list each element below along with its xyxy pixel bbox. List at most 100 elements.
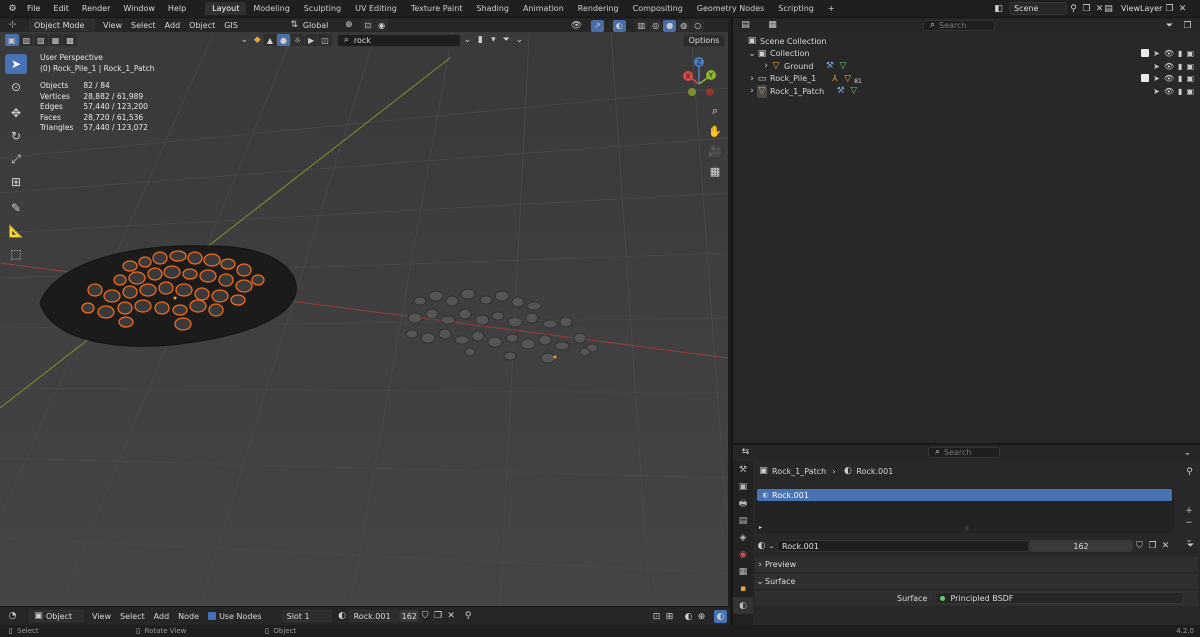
select-arrow-icon[interactable]: ➤	[1153, 74, 1160, 83]
shading-solid-icon[interactable]: ●	[663, 19, 677, 32]
3d-viewport[interactable]: ⊹ Object Mode View Select Add Object GIS…	[0, 18, 728, 606]
pin-icon[interactable]: ⚲	[462, 610, 475, 623]
collapse-chevron-icon[interactable]: ›	[747, 85, 757, 98]
outliner-editor-icon[interactable]: ▤	[739, 19, 752, 32]
tree-row-rock-patch[interactable]: › ▽ Rock_1_Patch ⚒ ▽ ➤ 👁 ▮ ▣	[733, 84, 1200, 98]
properties-search[interactable]: ⌕ Search	[928, 446, 1000, 458]
output-tab-icon[interactable]: 🖶	[733, 495, 753, 512]
collapse-chevron-icon[interactable]: ›	[761, 60, 771, 73]
use-nodes-toggle[interactable]: Use Nodes	[208, 612, 262, 621]
expand-chevron-icon[interactable]: ⌄	[747, 47, 757, 60]
orientation-label[interactable]: Global	[303, 21, 329, 30]
filter-dropdown-icon[interactable]: ⌄	[461, 34, 474, 47]
node-menu-add[interactable]: Add	[154, 612, 170, 621]
render-icon[interactable]: ▣	[1186, 62, 1194, 71]
footer-material-field[interactable]: Rock.001	[348, 610, 399, 622]
add-slot-icon[interactable]: +	[1182, 505, 1196, 517]
tab-scripting[interactable]: Scripting	[771, 2, 821, 15]
modifier-wrench-icon[interactable]: ⚒	[823, 60, 836, 73]
camera-view-icon[interactable]: 🎥	[706, 142, 724, 160]
tab-modeling[interactable]: Modeling	[246, 2, 296, 15]
overlay-toggle-icon[interactable]: ◐	[612, 19, 626, 32]
restrict-select-icon[interactable]: ▮	[474, 34, 487, 47]
render-icon[interactable]: ▣	[1186, 49, 1194, 58]
node-menu-select[interactable]: Select	[120, 612, 145, 621]
measure-tool-icon[interactable]: 📐	[5, 221, 27, 241]
annotate-tool-icon[interactable]: ✎	[5, 198, 27, 218]
menu-object[interactable]: Object	[189, 21, 215, 30]
tab-animation[interactable]: Animation	[516, 2, 571, 15]
filter-funnel-icon[interactable]: ⏷	[1163, 19, 1176, 32]
snap-options-icon[interactable]: ⊞	[663, 610, 676, 623]
filter-sphere-icon[interactable]: ●	[276, 34, 290, 46]
eye-icon[interactable]: 👁	[1164, 49, 1174, 58]
new-view-layer-icon[interactable]: ❐	[1163, 2, 1176, 15]
menu-file[interactable]: File	[27, 4, 40, 13]
eye-icon[interactable]: 👁	[1164, 87, 1174, 96]
camera-icon[interactable]: ▮	[1178, 74, 1182, 83]
tree-row-ground[interactable]: › ▽ Ground ⚒ ▽ ➤ 👁 ▮ ▣	[733, 60, 1200, 73]
tab-compositing[interactable]: Compositing	[626, 2, 690, 15]
gizmo-toggle-icon[interactable]: ↗	[591, 19, 604, 32]
tree-row-scene-collection[interactable]: ▣ Scene Collection	[733, 35, 1200, 48]
scene-tab-icon[interactable]: ◈	[733, 529, 753, 546]
select-subtract-icon[interactable]: ▧	[34, 34, 48, 46]
node-menu-view[interactable]: View	[92, 612, 111, 621]
unlink-material-icon[interactable]: ✕	[1159, 540, 1172, 553]
view-options-icon[interactable]: ◐	[714, 610, 727, 623]
render-tab-icon[interactable]: ▣	[733, 478, 753, 495]
menu-render[interactable]: Render	[82, 4, 110, 13]
view-layer-field[interactable]: ViewLayer	[1117, 2, 1163, 15]
object-tab-icon[interactable]: ▪	[733, 580, 753, 597]
properties-editor-icon[interactable]: ⇆	[739, 446, 752, 459]
world-tab-icon[interactable]: ◉	[733, 546, 753, 563]
zoom-icon[interactable]: ⌕	[706, 102, 724, 120]
eye-icon[interactable]: 👁	[1164, 74, 1174, 83]
node-wrangler-icon[interactable]: ⊕	[695, 610, 708, 623]
unlink-material-icon[interactable]: ✕	[445, 610, 458, 623]
chevron-down-icon[interactable]: ⌄	[768, 540, 775, 553]
use-nodes-checkbox[interactable]	[208, 612, 217, 620]
empty-axes-icon[interactable]: ⅄	[828, 72, 841, 85]
menu-view[interactable]: View	[103, 21, 122, 30]
perspective-toggle-icon[interactable]: ▦	[706, 162, 724, 180]
new-collection-icon[interactable]: ❐	[1181, 19, 1194, 32]
material-slot-item[interactable]: ◐ Rock.001	[757, 489, 1172, 501]
blender-logo-icon[interactable]: ⚙	[6, 2, 19, 15]
view-layer-icon[interactable]: ▤	[1102, 2, 1115, 15]
material-sphere-icon[interactable]: ◐	[336, 610, 349, 623]
chevron-down-icon[interactable]: ⌄	[238, 34, 251, 47]
select-invert-icon[interactable]: ▦	[48, 34, 63, 46]
tab-uv-editing[interactable]: UV Editing	[348, 2, 404, 15]
mesh-data-icon[interactable]: ▽	[836, 60, 849, 73]
select-arrow-icon[interactable]: ➤	[1153, 49, 1160, 58]
pin-icon[interactable]: ⚲	[1067, 2, 1080, 15]
scale-tool-icon[interactable]: ⤢	[5, 149, 27, 169]
eye-icon[interactable]: 👁	[1164, 62, 1174, 71]
scene-field[interactable]: Scene	[1009, 2, 1067, 15]
footer-users-count[interactable]: 162	[398, 610, 419, 622]
tab-sculpting[interactable]: Sculpting	[297, 2, 348, 15]
shader-editor-type-icon[interactable]: ◔	[6, 610, 19, 623]
slot-specials-icon[interactable]: ⌄	[1182, 533, 1196, 547]
menu-edit[interactable]: Edit	[53, 4, 69, 13]
filter-light-icon[interactable]: ☼	[290, 34, 305, 46]
duplicate-material-icon[interactable]: ❐	[432, 610, 445, 623]
display-mode-icon[interactable]: ▦	[766, 19, 779, 32]
proportional-edit-icon[interactable]: ◉	[375, 19, 389, 31]
filter-empty-icon[interactable]: ◫	[318, 34, 332, 46]
shading-material-icon[interactable]: ◍	[677, 19, 691, 32]
rotate-tool-icon[interactable]: ↻	[5, 126, 27, 146]
view-layer-tab-icon[interactable]: ▤	[733, 512, 753, 529]
tab-texture-paint[interactable]: Texture Paint	[404, 2, 470, 15]
menu-window[interactable]: Window	[123, 4, 155, 13]
fake-user-shield-icon[interactable]: ⛉	[419, 610, 432, 623]
transform-tool-icon[interactable]: ⊞	[5, 172, 27, 192]
preview-panel-header[interactable]: › Preview	[755, 557, 1198, 573]
collapse-chevron-icon[interactable]: ›	[747, 72, 757, 85]
new-scene-icon[interactable]: ❐	[1080, 2, 1093, 15]
snap-icon[interactable]: ⊡	[650, 610, 663, 623]
mesh-data-icon[interactable]: ▽	[847, 85, 860, 98]
filter-funnel-icon[interactable]: ⏷	[500, 34, 513, 47]
filter-mesh-icon[interactable]: ▲	[263, 34, 276, 46]
